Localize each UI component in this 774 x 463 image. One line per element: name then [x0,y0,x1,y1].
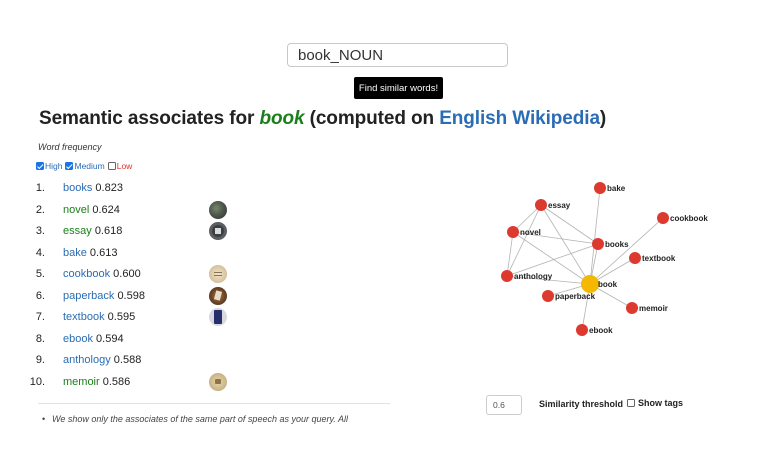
result-rank: 4. [35,246,45,259]
graph-node-novel[interactable]: novel [507,226,541,238]
graph-node-label: novel [520,228,541,237]
result-rank: 9. [35,354,45,366]
result-rank: 2. [35,203,45,216]
result-score: 0.823 [95,182,123,194]
info-note: We show only the associates of the same … [42,414,348,424]
graph-node-book-center[interactable]: book [581,275,618,293]
semantic-graph: bake essay cookbook novel books textbook… [501,182,708,336]
graph-node-anthology[interactable]: anthology [501,270,553,282]
result-rank: 7. [35,311,45,323]
title-middle: (computed on [304,108,440,129]
search-input[interactable] [287,43,508,67]
find-similar-words-button[interactable]: Find similar words! [354,77,443,99]
result-rank: 8. [35,332,45,345]
similarity-threshold-input[interactable] [486,395,522,415]
graph-edge [540,204,599,245]
filter-high-label: High [45,161,63,171]
word-frequency-label: Word frequency [38,142,102,152]
result-word-link[interactable]: books [63,182,92,194]
page-title: Semantic associates for book (computed o… [39,108,606,130]
memoir-thumbnail[interactable] [209,372,227,391]
title-query-word: book [259,108,305,129]
result-score: 0.618 [94,225,123,237]
result-score: 0.598 [117,289,145,302]
list-item: 4. bake 0.613 [0,243,250,263]
checkbox-high[interactable] [36,162,44,170]
filter-medium-label: Medium [74,161,105,171]
title-suffix: ) [599,108,607,129]
list-item: 10. memoir 0.586 [0,372,250,392]
result-rank: 5. [35,268,45,280]
result-score: 0.595 [107,311,136,323]
result-word-link[interactable]: cookbook [63,268,110,280]
result-rank: 6. [35,289,45,302]
result-score: 0.600 [113,268,141,280]
show-tags-label: Show tags [638,398,684,408]
graph-node-label: paperback [555,292,596,301]
result-score: 0.624 [92,203,120,216]
checkbox-medium[interactable] [65,162,74,170]
similarity-threshold-label: Similarity threshold [539,399,624,409]
graph-node-ebook[interactable]: ebook [576,324,613,336]
checkbox-low[interactable] [107,162,116,170]
result-rank: 1. [35,182,45,194]
graph-node-essay[interactable]: essay [535,199,571,211]
graph-node-textbook[interactable]: textbook [629,252,676,264]
result-score: 0.594 [96,332,124,345]
graph-edge [589,187,601,285]
frequency-filters: High Medium Low [36,161,135,171]
list-item: 8. ebook 0.594 [0,329,250,349]
corpus-link[interactable]: English Wikipedia [439,108,600,129]
filter-low-label: Low [116,161,133,171]
title-prefix: Semantic associates for [39,108,260,129]
list-item: 7. textbook 0.595 [0,307,250,327]
graph-node-bake[interactable]: bake [594,182,626,194]
graph-center-label: book [598,280,618,289]
graph-node-label: memoir [639,304,668,313]
show-tags-toggle[interactable]: Show tags [627,398,683,408]
graph-node-label: textbook [642,254,676,263]
result-word-link[interactable]: paperback [63,290,114,302]
graph-node-label: bake [607,184,626,193]
result-score: 0.613 [89,246,118,259]
filter-medium[interactable]: Medium [65,161,105,171]
result-word-link[interactable]: memoir [63,376,100,388]
textbook-thumbnail[interactable] [209,308,227,326]
result-word-link[interactable]: novel [63,204,89,216]
paperback-thumbnail[interactable] [209,286,227,305]
graph-node-books[interactable]: books [592,238,629,250]
novel-thumbnail[interactable] [209,200,227,219]
filter-high[interactable]: High [36,161,62,171]
result-word-link[interactable]: bake [63,247,87,259]
graph-node-label: ebook [589,326,613,335]
essay-thumbnail[interactable] [209,222,227,240]
result-rank: 10. [29,375,45,388]
divider [38,403,390,404]
graph-edge [589,217,664,285]
graph-node-cookbook[interactable]: cookbook [657,212,708,224]
result-rank: 3. [35,225,45,237]
result-score: 0.588 [113,354,142,366]
list-item: 6. paperback 0.598 [0,286,250,306]
list-item: 1. books 0.823 [0,178,250,198]
result-word-link[interactable]: anthology [63,354,111,366]
result-word-link[interactable]: textbook [63,311,105,323]
graph-node-memoir[interactable]: memoir [626,302,668,314]
graph-node-label: books [605,240,629,249]
filter-low[interactable]: Low [107,161,133,171]
result-score: 0.586 [102,375,131,388]
cookbook-thumbnail[interactable] [209,265,227,283]
show-tags-checkbox[interactable] [627,399,635,407]
result-word-link[interactable]: essay [63,225,92,237]
list-item: 2. novel 0.624 [0,200,250,220]
list-item: 5. cookbook 0.600 [0,264,250,284]
graph-node-label: cookbook [670,214,708,223]
list-item: 3. essay 0.618 [0,221,250,241]
graph-node-label: anthology [514,272,553,281]
graph-node-label: essay [548,201,571,210]
list-item: 9. anthology 0.588 [0,350,250,370]
result-word-link[interactable]: ebook [63,333,93,345]
